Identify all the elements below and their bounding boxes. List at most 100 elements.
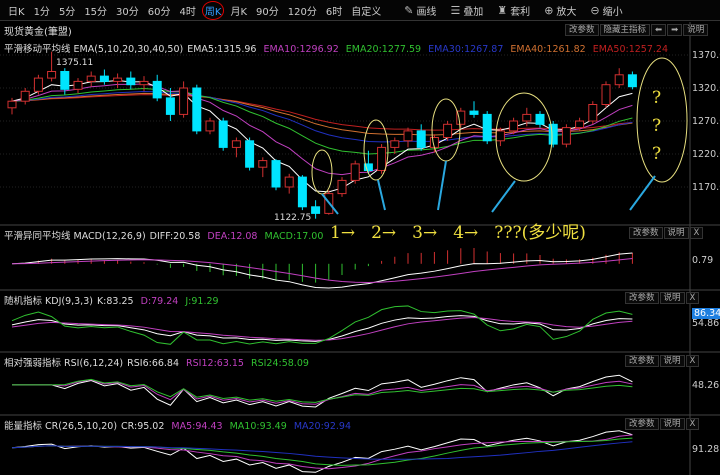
macd-buttons: 改参数 说明 X: [628, 227, 704, 239]
candle-body: [350, 163, 360, 181]
candle-body: [20, 90, 30, 102]
help-button[interactable]: 说明: [683, 24, 709, 36]
question-mark: ?: [652, 88, 662, 108]
timeframe-15min[interactable]: 15分: [84, 3, 107, 18]
candle-body: [245, 140, 255, 168]
ema-label: 平滑移动平均线 EMA(5,10,20,30,40,50): [4, 44, 184, 55]
kdj-close-button[interactable]: X: [685, 292, 700, 304]
candle-body: [271, 160, 281, 188]
rsi24-line: [12, 378, 633, 403]
candle-body: [258, 160, 268, 168]
stack-icon: ☰: [450, 3, 461, 17]
timeframe-6h[interactable]: 6时: [326, 3, 342, 18]
cr-help-button[interactable]: 说明: [659, 418, 685, 430]
macd-edit-params-button[interactable]: 改参数: [629, 227, 663, 239]
candle-body: [165, 97, 175, 115]
candle-body: [179, 87, 189, 115]
candle-body: [377, 146, 387, 171]
ema10-value: EMA10:1296.92: [263, 44, 339, 55]
rsi-axis-label: 48.26: [692, 380, 720, 391]
kdj-buttons: 改参数 说明 X: [624, 292, 700, 304]
cr-ma10-value: MA10:93.49: [229, 421, 287, 432]
candle-body: [601, 84, 611, 105]
kdj-header: 随机指标 KDJ(9,3,3) K:83.25 D:79.24 J:91.29: [4, 293, 223, 307]
kdj-label: 随机指标 KDJ(9,3,3): [4, 296, 93, 307]
macd-header: 平滑异同平均线 MACD(12,26,9) DIFF:20.58 DEA:12.0…: [4, 228, 327, 242]
candle-body: [614, 74, 624, 86]
candle-body: [297, 176, 307, 208]
timeframe-90min[interactable]: 90分: [256, 3, 279, 18]
ema50-value: EMA50:1257.24: [592, 44, 669, 55]
macd-dea-line: [11, 257, 633, 284]
macd-help-button[interactable]: 说明: [663, 227, 689, 239]
ema40-value: EMA40:1261.82: [510, 44, 586, 55]
draw-line-label: 画线: [416, 6, 437, 18]
kdj-d-line: [11, 317, 633, 341]
arbitrage-button[interactable]: ♜ 套利: [497, 3, 530, 18]
ema10-line: [11, 83, 633, 176]
annotation-2: 2→: [371, 223, 397, 243]
candle-body: [548, 123, 558, 145]
timeframe-30min[interactable]: 30分: [116, 3, 139, 18]
annotation-ellipse-5: [636, 57, 688, 183]
timeframe-4h[interactable]: 4时: [180, 3, 196, 18]
timeframe-day[interactable]: 日K: [8, 3, 25, 18]
low-price-label: 1122.75: [274, 213, 312, 223]
zoom-in-button[interactable]: ⊕ 放大: [544, 3, 576, 18]
candle-body: [113, 77, 123, 82]
hide-main-indicator-button[interactable]: 隐藏主指标: [599, 24, 651, 36]
question-marks: ? ? ?: [652, 84, 661, 168]
zoom-in-label: 放大: [556, 6, 577, 18]
scroll-right-button[interactable]: ➡: [667, 24, 683, 36]
annotation-question: ???(多少呢): [494, 223, 586, 243]
cr-close-button[interactable]: X: [685, 418, 700, 430]
candle-body: [522, 113, 532, 122]
zoom-out-icon: ⊖: [590, 3, 600, 17]
candle-body: [205, 120, 215, 132]
rsi-buttons: 改参数 说明 X: [624, 355, 700, 367]
rsi-help-button[interactable]: 说明: [659, 355, 685, 367]
candle-body: [469, 110, 479, 115]
edit-params-button[interactable]: 改参数: [565, 24, 599, 36]
overlay-button[interactable]: ☰ 叠加: [450, 3, 483, 18]
kdj-help-button[interactable]: 说明: [659, 292, 685, 304]
kdj-axis-label: 54.86: [692, 318, 720, 329]
candle-body: [139, 80, 149, 86]
macd-axis-label: 0.79: [692, 255, 714, 266]
timeframe-60min[interactable]: 60分: [148, 3, 171, 18]
candle-body: [192, 87, 202, 132]
candle-body: [561, 127, 571, 145]
draw-line-button[interactable]: ✎ 画线: [404, 3, 436, 18]
macd-value: MACD:17.00: [264, 231, 324, 242]
price-axis-label: 1220.00: [692, 149, 720, 160]
kdj-j-value: J:91.29: [185, 296, 219, 307]
kdj-k-value: K:83.25: [96, 296, 134, 307]
scroll-left-button[interactable]: ⬅: [651, 24, 667, 36]
instrument-title: 现货黄金(筆盟): [4, 27, 72, 38]
zoom-out-button[interactable]: ⊖ 缩小: [590, 3, 622, 18]
rsi-close-button[interactable]: X: [685, 355, 700, 367]
rsi-edit-params-button[interactable]: 改参数: [625, 355, 659, 367]
candle-body: [403, 130, 413, 142]
candle-body: [311, 206, 321, 214]
timeframe-120min[interactable]: 120分: [288, 3, 317, 18]
macd-label: 平滑异同平均线 MACD(12,26,9): [4, 231, 146, 242]
candle-body: [152, 80, 162, 99]
timeframe-5min[interactable]: 5分: [59, 3, 75, 18]
timeframe-month[interactable]: 月K: [230, 3, 247, 18]
kdj-edit-params-button[interactable]: 改参数: [625, 292, 659, 304]
main-indicator-header: 平滑移动平均线 EMA(5,10,20,30,40,50) EMA5:1315.9…: [4, 41, 672, 55]
macd-close-button[interactable]: X: [689, 227, 704, 239]
candle-body: [218, 120, 228, 148]
timeframe-1min[interactable]: 1分: [34, 3, 50, 18]
kdj-d-value: D:79.24: [140, 296, 179, 307]
cr-edit-params-button[interactable]: 改参数: [625, 418, 659, 430]
candle-body: [337, 179, 347, 195]
candle-body: [390, 140, 400, 148]
candle-body: [284, 176, 294, 188]
timeframe-custom[interactable]: 自定义: [351, 3, 381, 18]
candle-body: [482, 113, 492, 142]
timeframe-week[interactable]: 周K: [201, 0, 225, 20]
rsi24-value: RSI24:58.09: [251, 358, 309, 369]
candle-body: [495, 130, 505, 142]
